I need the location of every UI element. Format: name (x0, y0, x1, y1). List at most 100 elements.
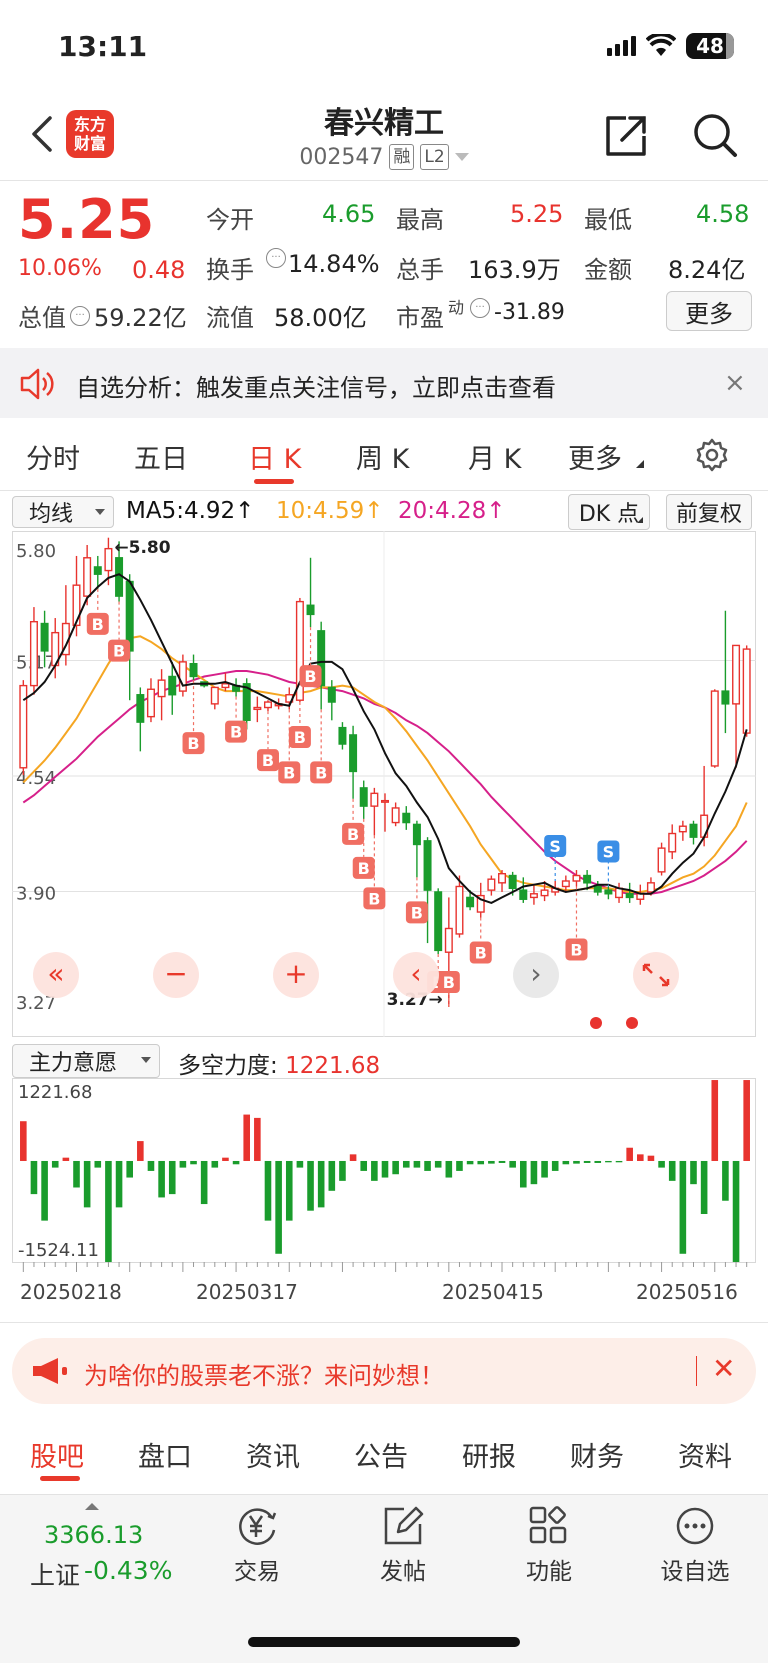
candle-body (210, 686, 219, 705)
index-row[interactable]: 上证 -0.43% (30, 1556, 172, 1592)
scroll-left-far-button[interactable]: « (33, 952, 79, 998)
indicator-bar (488, 1160, 495, 1164)
candle-body (104, 547, 113, 572)
tab-research[interactable]: 研报 (462, 1435, 516, 1474)
candle (381, 793, 389, 832)
info-icon[interactable]: ··· (470, 298, 490, 318)
header-divider (0, 180, 768, 181)
indicator-bar (126, 1160, 133, 1178)
indicator-bar (211, 1160, 219, 1168)
indicator-bar (690, 1160, 697, 1185)
stock-code-row[interactable]: 002547 融 L2 (0, 144, 768, 170)
adjust-mode-button[interactable]: 前复权 (666, 494, 752, 530)
indicator-bar (158, 1160, 165, 1198)
add-watchlist-button[interactable]: 设自选 (645, 1504, 745, 1586)
gear-icon[interactable] (694, 437, 730, 473)
indicator-selector[interactable]: 主力意愿 (12, 1044, 160, 1078)
indicator-bar (700, 1160, 708, 1215)
indicator-bar (626, 1147, 633, 1161)
indicator-label: 多空力度: (178, 1053, 286, 1079)
close-icon[interactable]: ✕ (712, 1352, 735, 1385)
indicator-bar (222, 1157, 229, 1161)
candle-body (498, 872, 507, 884)
functions-button[interactable]: 功能 (499, 1504, 599, 1586)
total-market-value[interactable]: 总值 ··· 59.22亿 (18, 298, 187, 333)
indicator-bar (456, 1160, 463, 1171)
candle (678, 820, 687, 841)
close-icon[interactable]: × (724, 368, 746, 398)
tab-intraday[interactable]: 分时 (26, 437, 80, 476)
float-label: 流值 (206, 304, 254, 332)
indicator-bar (562, 1160, 570, 1165)
tab-weekly-k[interactable]: 周 K (356, 437, 409, 476)
tab-financials[interactable]: 财务 (570, 1435, 624, 1474)
candle-body (423, 840, 432, 891)
candle-body (583, 874, 592, 884)
indicator-bar (137, 1141, 144, 1161)
tab-orderbook[interactable]: 盘口 (138, 1435, 192, 1474)
ad-text[interactable]: 为啥你的股票老不涨？来问妙想！ (84, 1356, 444, 1391)
indicator-bar (349, 1154, 357, 1161)
dk-point-button[interactable]: DK 点 (568, 494, 650, 530)
indicator-bar (296, 1160, 304, 1168)
tab-five-day[interactable]: 五日 (134, 437, 188, 476)
indicator-bar (647, 1155, 655, 1161)
candle (157, 669, 166, 721)
tab-daily-k[interactable]: 日 K (248, 437, 301, 476)
candle (232, 678, 241, 697)
scroll-right-button[interactable]: › (513, 952, 559, 998)
candle-body (540, 889, 549, 897)
kline-chart[interactable]: 5.805.174.543.903.27BBBBBBBBBBBBBBBBSBS←… (12, 531, 756, 1037)
indicator-bar (530, 1160, 538, 1185)
share-icon[interactable] (602, 110, 652, 160)
y-tick-label: 5.80 (16, 541, 56, 562)
signal-label: S (549, 837, 561, 856)
indicator-bar (392, 1160, 399, 1175)
active-tab-indicator (40, 1476, 80, 1481)
post-button[interactable]: 发帖 (353, 1504, 453, 1586)
float-value: 58.00亿 (274, 304, 367, 332)
info-icon[interactable]: ··· (266, 248, 286, 268)
candle (529, 884, 538, 905)
candle-body (604, 889, 613, 895)
candle (349, 725, 358, 799)
indicator-bar (594, 1160, 602, 1163)
indicator-chart[interactable]: 1221.68 -1524.11 (12, 1078, 756, 1278)
tab-profile[interactable]: 资料 (678, 1435, 732, 1474)
candle-body (487, 878, 496, 891)
candle-body (668, 832, 677, 853)
more-quote-button[interactable]: 更多 (666, 291, 752, 331)
trade-button[interactable]: 交易 (207, 1504, 307, 1586)
index-change: -0.43% (84, 1556, 173, 1585)
candle-body (263, 701, 272, 709)
tab-more[interactable]: 更多 (568, 437, 622, 476)
indicator-bar (200, 1160, 208, 1205)
indicator-bar (732, 1160, 740, 1262)
home-indicator[interactable] (248, 1637, 520, 1647)
zoom-in-button[interactable]: + (273, 952, 319, 998)
scroll-left-button[interactable]: ‹ (393, 952, 439, 998)
fullscreen-button[interactable] (633, 952, 679, 998)
indicator-bar (743, 1080, 750, 1161)
indicator-bar (62, 1157, 70, 1161)
candle (189, 654, 198, 681)
tab-forum[interactable]: 股吧 (30, 1435, 84, 1474)
notice-text[interactable]: 自选分析：触发重点关注信号，立即点击查看 (76, 368, 556, 403)
candle (61, 585, 70, 666)
tab-announcements[interactable]: 公告 (354, 1435, 408, 1474)
tab-news[interactable]: 资讯 (246, 1435, 300, 1474)
corner-triangle-icon (636, 460, 644, 468)
search-icon[interactable] (690, 110, 740, 160)
candle-body (402, 812, 411, 824)
candle (210, 686, 219, 710)
index-value[interactable]: 3366.13 (44, 1521, 143, 1549)
battery-icon: 48 (686, 33, 734, 59)
caret-up-icon[interactable] (85, 1503, 99, 1510)
ma-selector[interactable]: 均线 (12, 496, 114, 528)
tab-monthly-k[interactable]: 月 K (468, 437, 521, 476)
indicator-selector-label: 主力意愿 (29, 1051, 118, 1076)
candle (455, 875, 464, 938)
zoom-out-button[interactable]: − (153, 952, 199, 998)
signal-label: S (603, 842, 615, 861)
indicator-bar (371, 1160, 378, 1181)
